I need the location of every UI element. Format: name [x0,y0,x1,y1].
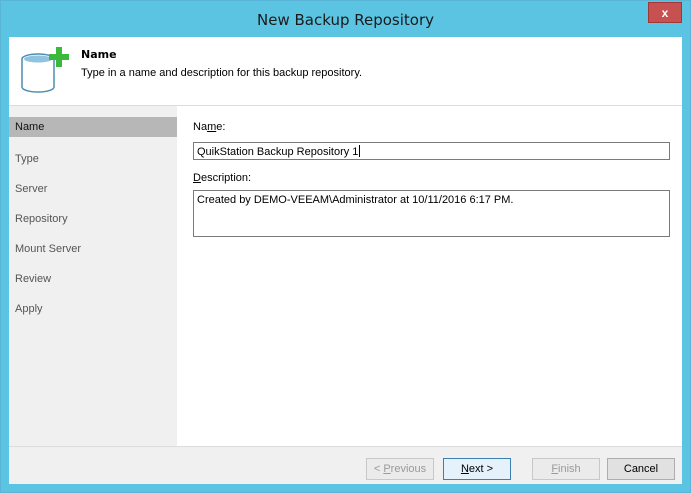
description-label: Description: [193,172,252,184]
previous-button[interactable]: < Previous [366,458,434,480]
sidebar-item-repository[interactable]: Repository [9,206,177,236]
wizard-header: Name Type in a name and description for … [9,37,682,106]
finish-button[interactable]: Finish [532,458,600,480]
cancel-button[interactable]: Cancel [607,458,675,480]
sidebar-item-mount-server[interactable]: Mount Server [9,236,177,266]
sidebar-item-type[interactable]: Type [9,146,177,176]
close-button[interactable]: x [648,2,682,23]
sidebar-item-server[interactable]: Server [9,176,177,206]
window-title: New Backup Repository [257,11,434,29]
dialog-window: New Backup Repository x Name Type in a n… [0,0,691,493]
database-add-icon [21,47,69,93]
wizard-footer: < Previous Next > Finish Cancel [9,446,682,484]
name-field[interactable]: QuikStation Backup Repository 1 [193,142,670,160]
step-description: Type in a name and description for this … [81,67,363,79]
step-title: Name [81,48,117,61]
sidebar-item-apply[interactable]: Apply [9,296,177,326]
sidebar-item-review[interactable]: Review [9,266,177,296]
wizard-content: Name: QuikStation Backup Repository 1 De… [177,106,682,446]
next-button[interactable]: Next > [443,458,511,480]
name-label: Name: [193,121,226,133]
wizard-steps: Name Type Server Repository Mount Server… [9,106,177,446]
sidebar-item-name[interactable]: Name [9,117,177,137]
text-caret [359,145,361,157]
title-bar[interactable]: New Backup Repository x [1,1,690,37]
dialog-body: Name Type in a name and description for … [9,37,682,484]
description-field[interactable]: Created by DEMO-VEEAM\Administrator at 1… [193,190,670,237]
